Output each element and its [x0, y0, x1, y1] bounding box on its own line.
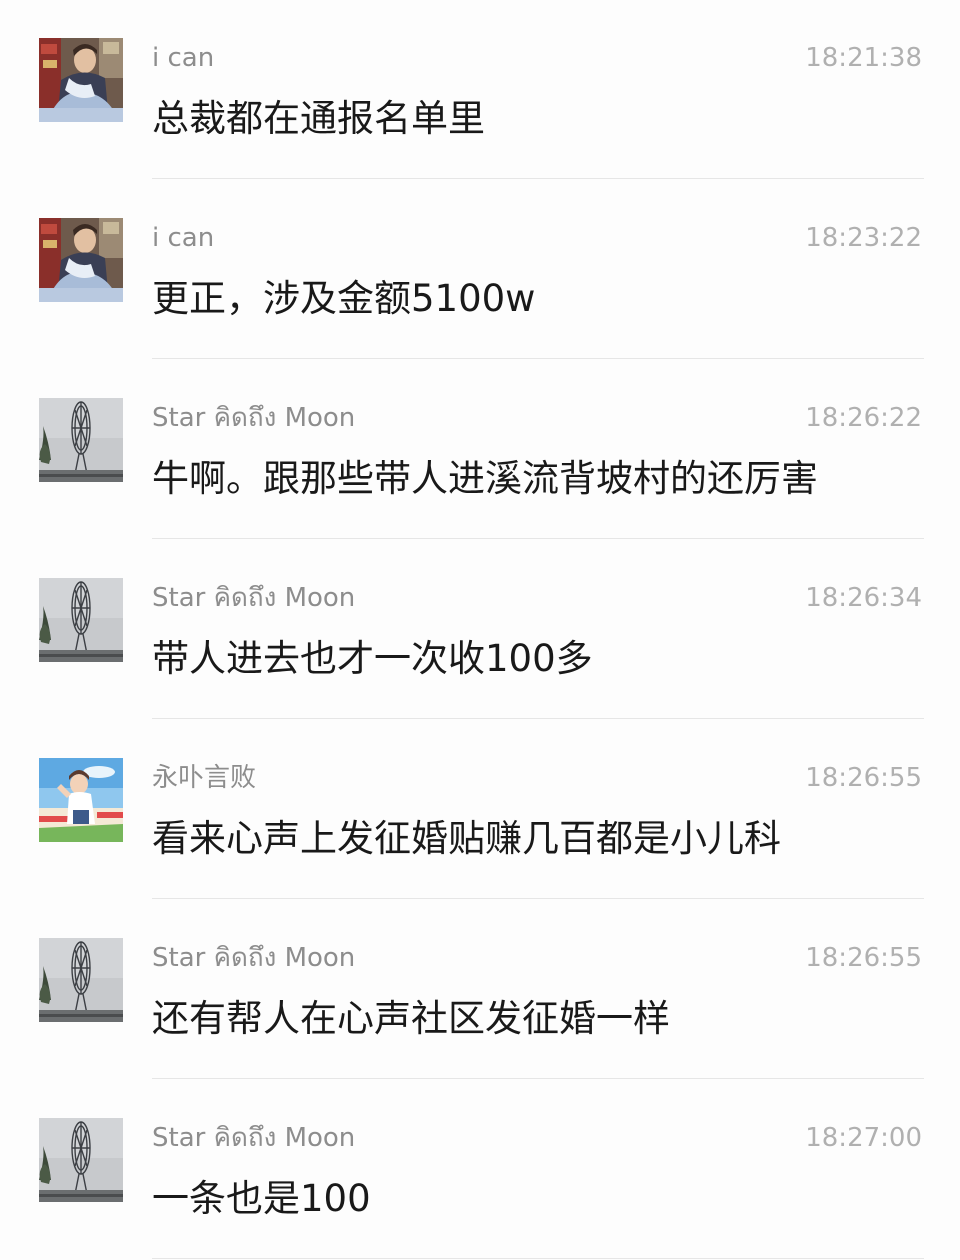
sender-avatar[interactable]: [39, 218, 123, 302]
message-text: 更正，涉及金额5100w: [152, 277, 536, 320]
message-divider: [152, 1258, 924, 1259]
sender-name[interactable]: i can: [152, 220, 214, 256]
message-text: 总裁都在通报名单里: [152, 97, 485, 140]
message-timestamp: 18:27:00: [805, 1123, 922, 1153]
sender-avatar[interactable]: [39, 758, 123, 842]
message-text: 看来心声上发征婚贴赚几百都是小儿科: [152, 817, 781, 860]
message-timestamp: 18:21:38: [805, 43, 922, 73]
message-timestamp: 18:26:34: [805, 583, 922, 613]
message-row[interactable]: 永卟言败 18:26:55 看来心声上发征婚贴赚几百都是小儿科: [0, 720, 960, 900]
sender-name[interactable]: Star คิดถึง Moon: [152, 580, 355, 616]
message-divider: [152, 1078, 924, 1079]
message-text: 一条也是100: [152, 1177, 371, 1220]
message-divider: [152, 178, 924, 179]
message-timestamp: 18:26:55: [805, 943, 922, 973]
message-timestamp: 18:23:22: [805, 223, 922, 253]
chat-message-list: i can 18:21:38 总裁都在通报名单里 i can 18:23:22 更正，涉…: [0, 0, 960, 1259]
message-row[interactable]: Star คิดถึง Moon 18:27:00 一条也是100: [0, 1080, 960, 1260]
sender-name[interactable]: 永卟言败: [152, 760, 256, 796]
sender-avatar[interactable]: [39, 1118, 123, 1202]
message-row[interactable]: i can 18:23:22 更正，涉及金额5100w: [0, 180, 960, 360]
message-text: 还有帮人在心声社区发征婚一样: [152, 997, 670, 1040]
sender-avatar[interactable]: [39, 938, 123, 1022]
message-row[interactable]: i can 18:21:38 总裁都在通报名单里: [0, 0, 960, 180]
sender-name[interactable]: i can: [152, 40, 214, 76]
message-timestamp: 18:26:22: [805, 403, 922, 433]
message-divider: [152, 718, 924, 719]
message-timestamp: 18:26:55: [805, 763, 922, 793]
message-divider: [152, 538, 924, 539]
sender-name[interactable]: Star คิดถึง Moon: [152, 400, 355, 436]
message-row[interactable]: Star คิดถึง Moon 18:26:22 牛啊。跟那些带人进溪流背坡村的还…: [0, 360, 960, 540]
message-text: 带人进去也才一次收100多: [152, 637, 593, 680]
message-row[interactable]: Star คิดถึง Moon 18:26:34 带人进去也才一次收100多: [0, 540, 960, 720]
sender-name[interactable]: Star คิดถึง Moon: [152, 1120, 355, 1156]
message-divider: [152, 358, 924, 359]
sender-avatar[interactable]: [39, 578, 123, 662]
sender-avatar[interactable]: [39, 398, 123, 482]
sender-name[interactable]: Star คิดถึง Moon: [152, 940, 355, 976]
message-text: 牛啊。跟那些带人进溪流背坡村的还厉害: [152, 457, 818, 500]
message-divider: [152, 898, 924, 899]
message-row[interactable]: Star คิดถึง Moon 18:26:55 还有帮人在心声社区发征婚一样: [0, 900, 960, 1080]
sender-avatar[interactable]: [39, 38, 123, 122]
